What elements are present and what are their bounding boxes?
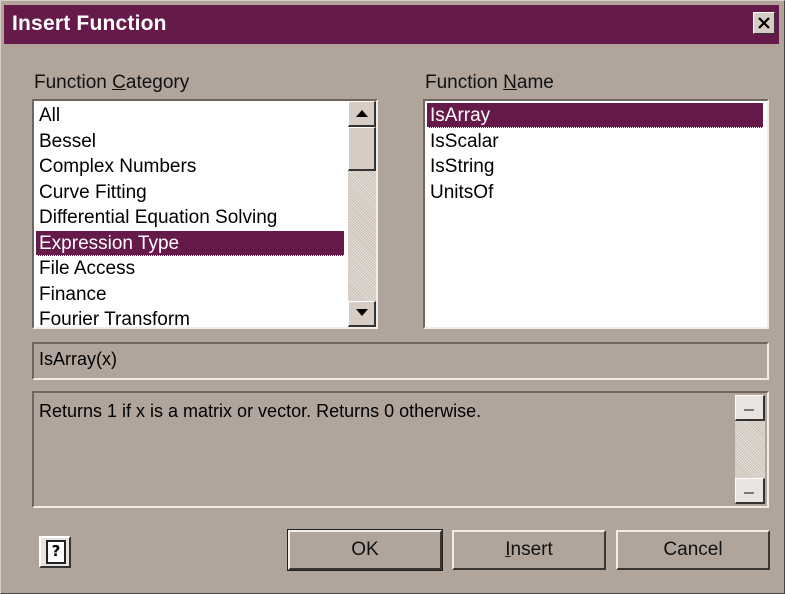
ok-button-label: OK xyxy=(351,539,379,560)
dialog-title: Insert Function xyxy=(12,12,167,35)
list-item[interactable]: UnitsOf xyxy=(427,180,763,205)
close-icon xyxy=(758,17,770,29)
function-signature: IsArray(x) xyxy=(39,349,117,369)
scroll-thumb[interactable] xyxy=(348,127,376,171)
arrow-up-icon xyxy=(744,409,754,411)
close-button[interactable] xyxy=(753,12,775,34)
category-scrollbar[interactable] xyxy=(348,101,376,327)
function-name-label: Function Name xyxy=(425,72,554,93)
desc-scroll-down-button[interactable] xyxy=(735,478,765,504)
list-item[interactable]: Bessel xyxy=(36,129,344,154)
arrow-down-icon xyxy=(744,492,754,494)
scroll-down-button[interactable] xyxy=(348,301,376,327)
list-item[interactable]: IsScalar xyxy=(427,129,763,154)
function-category-list[interactable]: All Bessel Complex Numbers Curve Fitting Dif… xyxy=(32,99,378,329)
list-item[interactable]: Expression Type xyxy=(36,230,344,256)
desc-scroll-up-button[interactable] xyxy=(735,395,765,421)
help-icon: ? xyxy=(46,540,66,564)
list-item[interactable]: All xyxy=(36,103,344,128)
list-item[interactable]: IsArray xyxy=(427,103,763,128)
title-bar[interactable]: Insert Function xyxy=(4,5,779,44)
insert-function-dialog: Insert Function Function Category All Bes… xyxy=(0,0,785,594)
scroll-up-button[interactable] xyxy=(348,101,376,127)
function-signature-field: IsArray(x) xyxy=(32,342,769,380)
list-item[interactable]: Complex Numbers xyxy=(36,154,344,179)
insert-button-label: Insert xyxy=(505,539,553,560)
list-item[interactable]: IsString xyxy=(427,154,763,179)
function-description-box: Returns 1 if x is a matrix or vector. Re… xyxy=(32,391,769,508)
arrow-up-icon xyxy=(356,110,368,117)
list-item[interactable]: Curve Fitting xyxy=(36,180,344,205)
function-category-label: Function Category xyxy=(34,72,190,93)
insert-button[interactable]: Insert xyxy=(452,530,606,570)
cancel-button-label: Cancel xyxy=(663,539,723,560)
help-button[interactable]: ? xyxy=(39,536,71,568)
list-item[interactable]: Finance xyxy=(36,282,344,307)
list-item[interactable]: Fourier Transform xyxy=(36,307,344,327)
list-item[interactable]: Differential Equation Solving xyxy=(36,205,344,230)
ok-button[interactable]: OK xyxy=(287,529,443,571)
function-description: Returns 1 if x is a matrix or vector. Re… xyxy=(39,401,482,421)
list-item[interactable]: File Access xyxy=(36,256,344,281)
description-scrollbar[interactable] xyxy=(735,395,765,504)
function-name-list[interactable]: IsArray IsScalar IsString UnitsOf xyxy=(423,99,769,329)
cancel-button[interactable]: Cancel xyxy=(616,530,770,570)
arrow-down-icon xyxy=(356,309,368,316)
